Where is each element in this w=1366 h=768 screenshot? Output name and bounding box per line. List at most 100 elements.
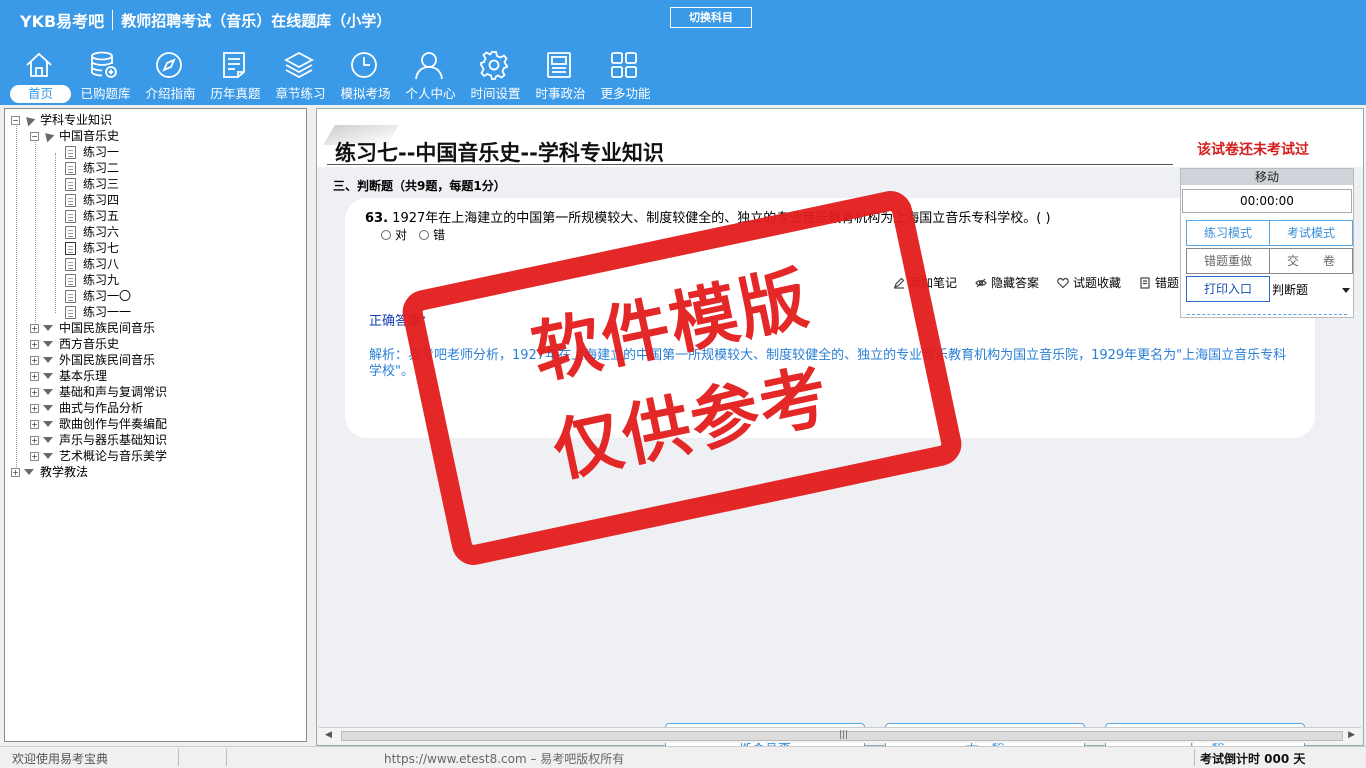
expand-toggle[interactable]: + [30, 355, 39, 365]
collapse-toggle[interactable]: − [11, 115, 20, 125]
tree-node-root[interactable]: − 学科专业知识 [11, 112, 112, 128]
nav-personal-center[interactable]: 个人中心 [398, 47, 463, 105]
option-true[interactable]: 对 [381, 226, 407, 243]
expand-toggle[interactable]: + [30, 323, 39, 333]
tree-item-exercise[interactable]: 练习六 [65, 224, 119, 240]
tree-node-label: 练习二 [83, 161, 120, 175]
tree-node-group[interactable]: + 艺术概论与音乐美学 [30, 448, 167, 464]
tool-label: 隐藏答案 [991, 276, 1040, 290]
layers-icon [284, 51, 314, 79]
tree-item-exercise[interactable]: 练习一 [65, 144, 119, 160]
home-icon [26, 52, 52, 77]
tree-node-label: 艺术概论与音乐美学 [59, 449, 168, 463]
expand-toggle[interactable]: + [30, 435, 39, 445]
tree-node-group[interactable]: + 曲式与作品分析 [30, 400, 143, 416]
tree-item-exercise[interactable]: 练习八 [65, 256, 119, 272]
nav-label: 首页 [10, 85, 71, 103]
tree-node-group[interactable]: + 基本乐理 [30, 368, 107, 384]
expand-toggle[interactable]: + [30, 387, 39, 397]
tree-item-exercise[interactable]: 练习七 [65, 240, 119, 256]
expand-toggle[interactable]: + [30, 403, 39, 413]
document-icon [65, 305, 76, 319]
nav-guide[interactable]: 介绍指南 [138, 47, 203, 105]
tree-node-label: 中国民族民间音乐 [59, 321, 156, 335]
radio-button[interactable] [381, 229, 391, 240]
user-icon [415, 52, 443, 80]
expand-toggle[interactable]: + [30, 451, 39, 461]
tree-node-group[interactable]: + 外国民族民间音乐 [30, 352, 155, 368]
tree-node-root2[interactable]: + 教学教法 [11, 464, 88, 480]
tree-guide [16, 121, 17, 473]
wrong-question-button[interactable]: 错题 [1139, 274, 1179, 291]
tree-node-label: 练习一〇 [83, 289, 132, 303]
section-heading: 三、判断题（共9题，每题1分） [333, 179, 506, 193]
expand-toggle[interactable]: + [11, 467, 20, 477]
status-divider [1194, 749, 1195, 766]
tree-node-group[interactable]: − 中国音乐史 [30, 128, 119, 144]
exam-mode-button[interactable]: 考试模式 [1269, 220, 1353, 246]
tree-node-label: 练习三 [83, 177, 120, 191]
collapsed-arrow-icon [24, 469, 34, 475]
clock-icon [351, 52, 377, 78]
heart-icon [1057, 277, 1069, 288]
tree-item-exercise[interactable]: 练习五 [65, 208, 119, 224]
tree-node-label: 练习一 [83, 145, 120, 159]
tree-item-exercise[interactable]: 练习一一 [65, 304, 131, 320]
tree-node-label: 练习六 [83, 225, 120, 239]
collapse-toggle[interactable]: − [30, 131, 39, 141]
copyright-text: https://www.etest8.com – 易考吧版权所有 [384, 752, 625, 766]
expand-toggle[interactable]: + [30, 371, 39, 381]
tree-item-exercise[interactable]: 练习四 [65, 192, 119, 208]
scroll-right-icon[interactable]: ▶ [1348, 730, 1355, 740]
status-bar: 欢迎使用易考宝典 https://www.etest8.com – 易考吧版权所… [0, 746, 1366, 768]
nav-label: 已购题库 [80, 86, 131, 101]
tree-item-exercise[interactable]: 练习一〇 [65, 288, 131, 304]
nav-home[interactable]: 首页 [8, 47, 73, 105]
nav-label: 更多功能 [600, 86, 651, 101]
horizontal-scrollbar[interactable]: ◀ ||| ▶ [319, 727, 1361, 743]
tree-item-exercise[interactable]: 练习九 [65, 272, 119, 288]
nav-past-papers[interactable]: 历年真题 [203, 47, 268, 105]
practice-mode-button[interactable]: 练习模式 [1186, 220, 1270, 246]
scroll-left-icon[interactable]: ◀ [325, 730, 332, 740]
option-false[interactable]: 错 [419, 226, 445, 243]
tree-node-label: 曲式与作品分析 [59, 401, 144, 415]
tree-node-group[interactable]: + 歌曲创作与伴奏编配 [30, 416, 167, 432]
switch-subject-button[interactable]: 切换科目 [670, 7, 752, 28]
scroll-thumb[interactable]: ||| [341, 730, 1343, 741]
nav-time-settings[interactable]: 时间设置 [463, 47, 528, 105]
tree-item-exercise[interactable]: 练习三 [65, 176, 119, 192]
tree-node-label: 学科专业知识 [40, 113, 113, 127]
hide-answer-button[interactable]: 隐藏答案 [975, 274, 1039, 291]
nav-more[interactable]: 更多功能 [593, 47, 658, 105]
tree-node-group[interactable]: + 基础和声与复调常识 [30, 384, 167, 400]
eye-off-icon [975, 278, 987, 287]
print-button[interactable]: 打印入口 [1186, 276, 1270, 302]
tree-node-group[interactable]: + 西方音乐史 [30, 336, 119, 352]
submit-paper-button[interactable]: 交 卷 [1269, 248, 1353, 274]
redo-wrong-button[interactable]: 错题重做 [1186, 248, 1270, 274]
status-divider [178, 749, 179, 766]
radio-button[interactable] [419, 229, 430, 240]
nav-mock-exam[interactable]: 模拟考场 [333, 47, 398, 105]
nav-current-affairs[interactable]: 时事政治 [528, 47, 593, 105]
tree-node-group[interactable]: + 中国民族民间音乐 [30, 320, 155, 336]
tree-guide [35, 137, 36, 329]
collapsed-arrow-icon [43, 325, 53, 331]
tree-node-group[interactable]: + 声乐与器乐基础知识 [30, 432, 167, 448]
question-type-select[interactable]: 判断题 [1269, 277, 1354, 303]
favorite-question-button[interactable]: 试题收藏 [1057, 274, 1121, 291]
nav-purchased[interactable]: 已购题库 [73, 47, 138, 105]
nav-label: 模拟考场 [340, 86, 391, 101]
nav-label: 历年真题 [210, 86, 261, 101]
question-text: 63. 1927年在上海建立的中国第一所规模较大、制度较健全的、独立的专业音乐教… [365, 207, 1051, 226]
grid-icon [611, 52, 637, 78]
main-nav: 首页 已购题库 介绍指南 历年真题 章节练习 模拟考场 个人中心 时间设置 时事… [8, 47, 658, 105]
gear-icon [480, 51, 508, 80]
nav-chapter-practice[interactable]: 章节练习 [268, 47, 333, 105]
expand-toggle[interactable]: + [30, 339, 39, 349]
move-handle[interactable]: 移动 [1181, 169, 1353, 185]
tree-item-exercise[interactable]: 练习二 [65, 160, 119, 176]
expand-toggle[interactable]: + [30, 419, 39, 429]
collapsed-arrow-icon [43, 421, 53, 427]
